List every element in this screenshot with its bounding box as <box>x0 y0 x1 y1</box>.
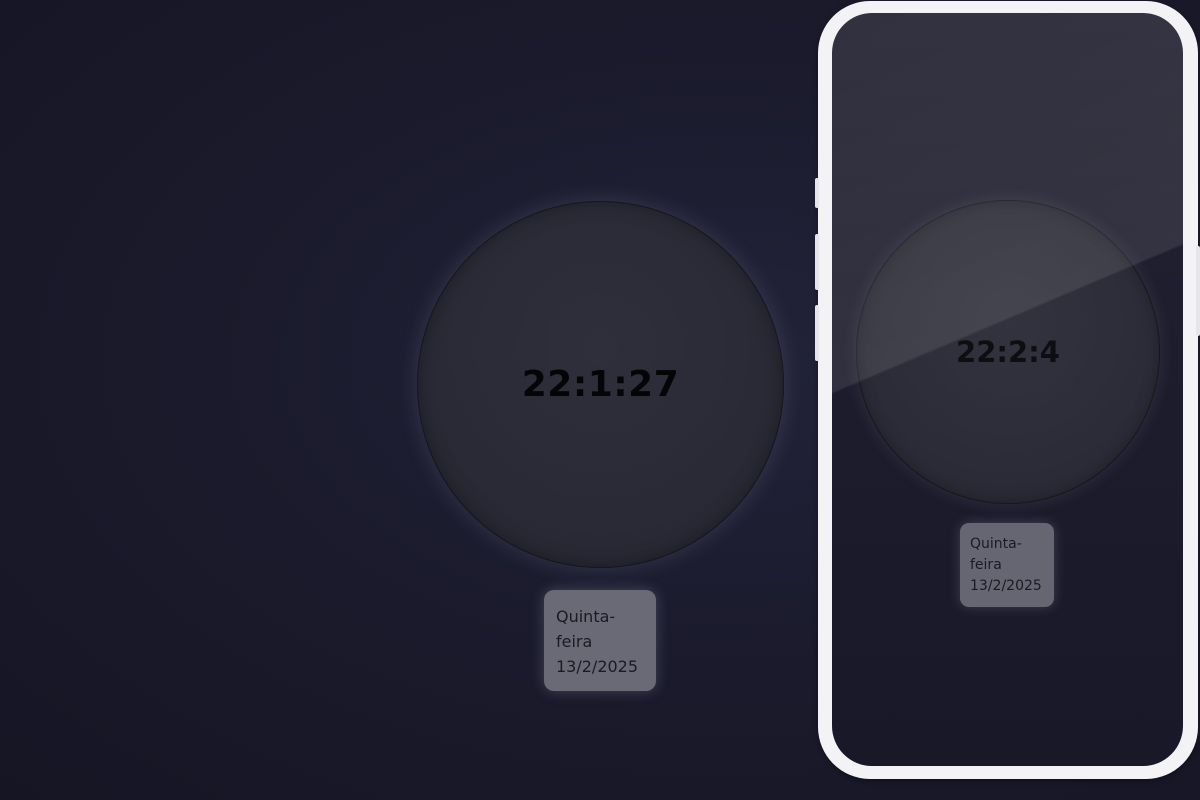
clock-time: 22:1:27 <box>521 364 680 405</box>
phone-weekday-line-2: feira <box>970 557 1002 573</box>
phone-silent-switch <box>815 178 819 208</box>
page-canvas: 22:1:27 Quinta- feira 13/2/2025 22:2:4 Q… <box>0 0 1200 800</box>
phone-date-text: 13/2/2025 <box>970 578 1042 594</box>
weekday-line-2: feira <box>556 632 593 651</box>
phone-power-button <box>1196 246 1200 336</box>
date-card: Quinta- feira 13/2/2025 <box>544 590 656 691</box>
phone-volume-up-button <box>815 234 819 290</box>
phone-volume-down-button <box>815 305 819 361</box>
clock-face: 22:1:27 <box>417 201 784 568</box>
phone-clock-face: 22:2:4 <box>856 200 1160 504</box>
phone-weekday-line-1: Quinta- <box>970 536 1022 552</box>
date-text: 13/2/2025 <box>556 657 639 676</box>
phone-date-card: Quinta- feira 13/2/2025 <box>960 523 1054 607</box>
weekday-line-1: Quinta- <box>556 607 616 626</box>
phone-clock-time: 22:2:4 <box>956 335 1060 369</box>
phone-screen: 22:2:4 Quinta- feira 13/2/2025 <box>832 13 1183 766</box>
